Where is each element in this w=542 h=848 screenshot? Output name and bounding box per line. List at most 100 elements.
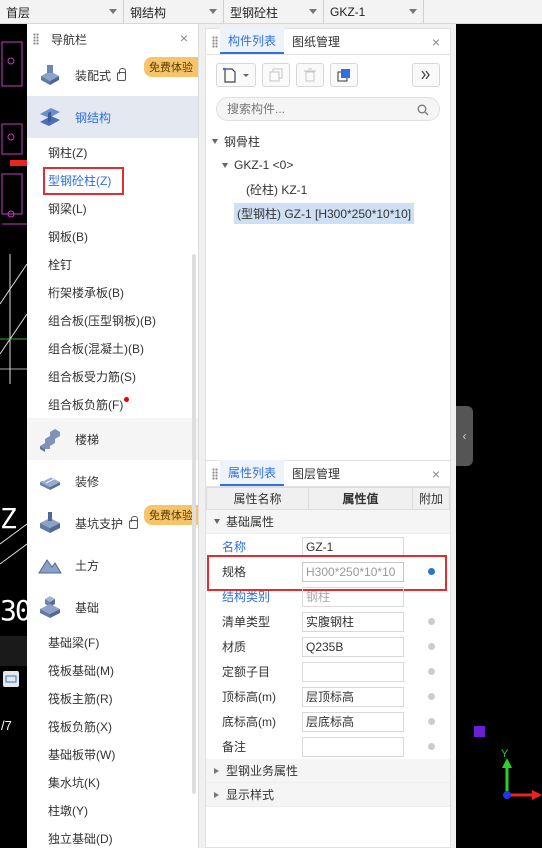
nav-item-isolated-footing[interactable]: 独立基础(D) — [27, 824, 198, 848]
component-tabs: 构件列表 图纸管理 × — [206, 28, 450, 55]
nav-category-prefab[interactable]: 装配式 免费体验 — [27, 54, 198, 96]
nav-category-foundation[interactable]: 基础 — [27, 586, 198, 628]
nav-item-foundation-beam[interactable]: 基础梁(F) — [27, 628, 198, 656]
close-icon[interactable]: × — [430, 35, 442, 49]
nav-item-column-pier[interactable]: 柱墩(Y) — [27, 796, 198, 824]
attach-checkbox[interactable] — [428, 568, 435, 575]
attach-checkbox[interactable] — [428, 693, 435, 700]
nav-item-composite-slab-steel[interactable]: 组合板(压型钢板)(B) — [27, 306, 198, 334]
tab-component-list[interactable]: 构件列表 — [220, 28, 285, 54]
layer-copy-button[interactable] — [330, 63, 358, 87]
drag-grip-icon[interactable] — [33, 33, 39, 45]
property-value-input[interactable]: 钢柱 — [302, 586, 404, 607]
group-steel-business[interactable]: 型钢业务属性 — [206, 759, 450, 783]
new-component-icon — [222, 67, 249, 83]
nav-item-sump-pit[interactable]: 集水坑(K) — [27, 768, 198, 796]
group-basic-properties[interactable]: 基础属性 — [206, 510, 450, 534]
free-trial-badge[interactable]: 免费体验 — [144, 57, 198, 77]
nav-item-composite-slab-rebar[interactable]: 组合板受力筋(S) — [27, 362, 198, 390]
nav-item-raft-main-rebar[interactable]: 筏板主筋(R) — [27, 684, 198, 712]
nav-item-truss-deck[interactable]: 桁架楼承板(B) — [27, 278, 198, 306]
expand-triangle-icon[interactable] — [214, 519, 220, 524]
attach-checkbox[interactable] — [428, 618, 435, 625]
nav-item-raft-foundation[interactable]: 筏板基础(M) — [27, 656, 198, 684]
property-name[interactable]: 名称 — [206, 538, 302, 555]
property-tabs: 属性列表 图层管理 × — [206, 460, 450, 487]
axis-y-label: Y — [501, 748, 509, 760]
cad-canvas-left[interactable]: Z 30 /7 — [0, 24, 27, 848]
tree-node-gkz1[interactable]: GKZ-1 <0> — [206, 153, 450, 177]
expand-triangle-icon[interactable] — [212, 138, 218, 144]
nav-scrollbar[interactable] — [192, 254, 196, 794]
property-value-input[interactable] — [302, 661, 404, 682]
tree-node-label: (砼柱) KZ-1 — [246, 182, 308, 197]
attach-checkbox[interactable] — [428, 643, 435, 650]
nav-item-steel-plate[interactable]: 钢板(B) — [27, 222, 198, 250]
type-dropdown[interactable]: 型钢砼柱 — [224, 0, 324, 24]
nav-category-steel[interactable]: 钢结构 — [27, 96, 198, 138]
property-name: 底标高(m) — [222, 715, 276, 729]
property-row: 定额子目 — [206, 659, 450, 684]
chevron-down-icon — [309, 9, 317, 14]
collapse-panel-button[interactable]: ‹ — [456, 406, 473, 466]
search-input[interactable] — [227, 102, 407, 116]
free-trial-badge[interactable]: 免费体验 — [144, 505, 198, 525]
more-button[interactable] — [412, 63, 440, 87]
nav-item-steel-beam[interactable]: 钢梁(L) — [27, 194, 198, 222]
nav-item-raft-neg-rebar[interactable]: 筏板负筋(X) — [27, 712, 198, 740]
component-search[interactable] — [216, 97, 440, 121]
attach-checkbox[interactable] — [428, 743, 435, 750]
tab-property-list[interactable]: 属性列表 — [220, 460, 285, 486]
search-icon[interactable] — [417, 104, 429, 116]
tab-layer-management[interactable]: 图层管理 — [284, 460, 348, 486]
delete-button[interactable] — [296, 63, 324, 87]
copy-button[interactable] — [262, 63, 290, 87]
component-list-panel: 构件列表 图纸管理 × 搜索构件... 钢骨柱 GKZ-1 <0> (砼柱) K… — [205, 28, 451, 476]
property-name: 规格 — [222, 565, 247, 579]
foundation-icon — [40, 596, 60, 618]
nav-item-steel-concrete-column[interactable]: 型钢砼柱(Z) — [27, 166, 198, 195]
property-name[interactable]: 结构类别 — [206, 588, 302, 605]
close-icon[interactable]: × — [430, 467, 442, 481]
new-component-button[interactable] — [216, 63, 256, 87]
lock-icon — [129, 515, 139, 529]
property-value-input[interactable]: 层底标高 — [302, 711, 404, 732]
notification-dot — [124, 396, 130, 402]
nav-category-stairs[interactable]: 楼梯 — [27, 418, 198, 460]
close-icon[interactable]: × — [178, 31, 190, 45]
expand-triangle-icon[interactable] — [214, 791, 219, 798]
expand-triangle-icon[interactable] — [214, 767, 219, 774]
nav-item-stud[interactable]: 栓钉 — [27, 250, 198, 278]
property-value-input[interactable]: GZ-1 — [302, 536, 404, 557]
item-dropdown[interactable]: GKZ-1 — [324, 0, 424, 24]
nav-item-foundation-strip[interactable]: 基础板带(W) — [27, 740, 198, 768]
nav-item-steel-column[interactable]: 钢柱(Z) — [27, 138, 198, 166]
tree-node-kz1[interactable]: (砼柱) KZ-1 — [206, 177, 450, 201]
property-row: 底标高(m) 层底标高 — [206, 709, 450, 734]
drag-grip-icon[interactable] — [212, 467, 218, 480]
property-value-input[interactable]: Q235B — [302, 636, 404, 657]
attach-checkbox[interactable] — [428, 718, 435, 725]
attach-checkbox[interactable] — [428, 668, 435, 675]
property-value-input[interactable]: 实腹钢柱 — [302, 611, 404, 632]
floor-dropdown[interactable]: 首层 — [0, 0, 124, 24]
drag-grip-icon[interactable] — [212, 35, 218, 48]
tree-node-gz1[interactable]: (型钢柱) GZ-1 [H300*250*10*10] — [206, 201, 450, 225]
nav-category-earthwork[interactable]: 土方 — [27, 544, 198, 586]
expand-triangle-icon[interactable] — [222, 162, 228, 168]
category-dropdown[interactable]: 钢结构 — [124, 0, 224, 24]
group-display-style[interactable]: 显示样式 — [206, 783, 450, 807]
copy-icon — [269, 68, 283, 82]
nav-category-foundation-pit[interactable]: 基坑支护 免费体验 — [27, 502, 198, 544]
nav-category-decoration[interactable]: 装修 — [27, 460, 198, 502]
property-value-input[interactable]: 层顶标高 — [302, 686, 404, 707]
nav-item-composite-slab-neg-rebar[interactable]: 组合板负筋(F) — [27, 390, 198, 418]
tree-node-steel-column-group[interactable]: 钢骨柱 — [206, 129, 450, 153]
nav-category-label: 装配式 — [75, 68, 112, 83]
nav-item-composite-slab-concrete[interactable]: 组合板(混凝土)(B) — [27, 334, 198, 362]
double-chevron-right-icon — [421, 71, 430, 79]
tab-drawing-management[interactable]: 图纸管理 — [284, 28, 348, 54]
property-row: 材质 Q235B — [206, 634, 450, 659]
property-value-input[interactable]: H300*250*10*10 — [302, 561, 404, 582]
property-value-input[interactable] — [302, 736, 404, 757]
